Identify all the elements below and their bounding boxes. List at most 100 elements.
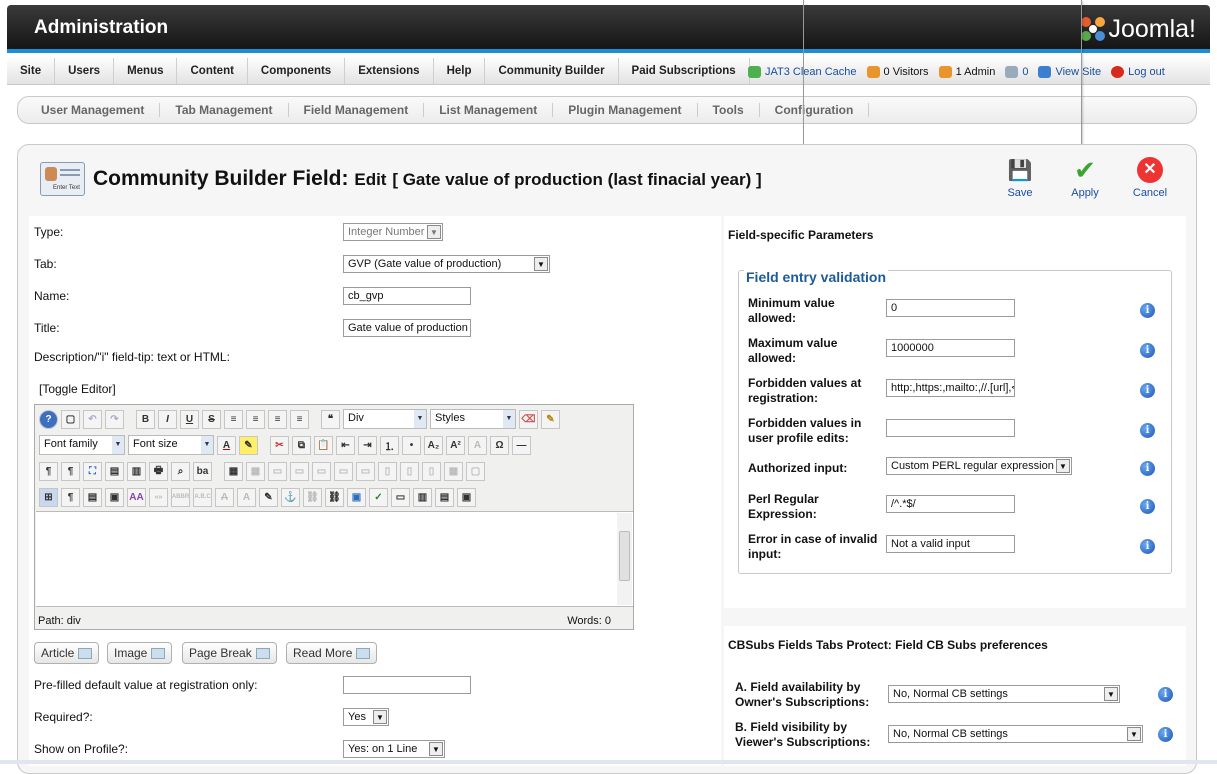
format-select[interactable]: Div ▼	[343, 409, 427, 429]
info-icon[interactable]: i	[1140, 303, 1155, 318]
name-input[interactable]: cb_gvp	[343, 287, 471, 305]
scrollbar-thumb[interactable]	[619, 531, 630, 581]
delete-row-icon[interactable]: ▭	[356, 461, 375, 481]
min-value-input[interactable]: 0	[886, 299, 1015, 317]
nonbreaking-icon[interactable]: ▭	[391, 487, 410, 507]
rtl-icon[interactable]: ¶	[61, 461, 80, 481]
submenu-tab-management[interactable]: Tab Management	[160, 103, 289, 117]
info-icon[interactable]: i	[1140, 539, 1155, 554]
template-icon[interactable]: ▥	[127, 461, 146, 481]
new-document-icon[interactable]: ▢	[61, 409, 80, 429]
pagebreak-icon[interactable]: ▥	[413, 487, 432, 507]
font-family-select[interactable]: Font family ▼	[39, 435, 125, 455]
article-button[interactable]: Article	[34, 642, 100, 664]
info-icon[interactable]: i	[1140, 423, 1155, 438]
ins-icon[interactable]: A	[237, 487, 256, 507]
align-left-icon[interactable]: ≡	[268, 409, 287, 429]
link-icon[interactable]: ⛓	[325, 487, 344, 507]
apply-button[interactable]: ✔ Apply	[1057, 155, 1113, 200]
show-profile-select[interactable]: Yes: on 1 Line ▼	[343, 740, 445, 758]
required-select[interactable]: Yes ▼	[343, 708, 389, 726]
page-break-button[interactable]: Page Break	[182, 642, 277, 664]
help-icon[interactable]: ?	[39, 409, 58, 429]
info-icon[interactable]: i	[1158, 687, 1173, 702]
forbidden-registration-input[interactable]: http:,https:,mailto:,//.[url],<a	[886, 379, 1015, 397]
authorized-input-select[interactable]: Custom PERL regular expression ▼	[886, 457, 1072, 475]
menu-users[interactable]: Users	[55, 57, 115, 85]
tab-select[interactable]: GVP (Gate value of production) ▼	[343, 255, 550, 273]
horizontal-rule-icon[interactable]: —	[512, 435, 531, 455]
underline-icon[interactable]: U	[180, 409, 199, 429]
anchor-icon[interactable]: ⚓	[281, 487, 300, 507]
bold-icon[interactable]: B	[136, 409, 155, 429]
submenu-list-management[interactable]: List Management	[424, 103, 554, 117]
unlink-icon[interactable]: ⛓	[303, 487, 322, 507]
logout-link[interactable]: Log out	[1111, 65, 1165, 78]
col-before-icon[interactable]: ▯	[378, 461, 397, 481]
save-button[interactable]: 💾 Save	[992, 156, 1048, 200]
table-icon[interactable]: ▦	[224, 461, 243, 481]
visibility-select[interactable]: No, Normal CB settings ▼	[888, 725, 1143, 743]
replace-icon[interactable]: ba	[193, 461, 212, 481]
submenu-user-management[interactable]: User Management	[26, 103, 161, 117]
document-props-icon[interactable]: ▤	[435, 487, 454, 507]
read-more-button[interactable]: Read More	[286, 642, 378, 664]
highlight-color-icon[interactable]: ✎	[239, 435, 258, 455]
blockquote-icon[interactable]: ❝	[321, 409, 340, 429]
styles-select[interactable]: Styles ▼	[430, 409, 516, 429]
editor-scrollbar[interactable]	[617, 513, 632, 605]
perl-regex-input[interactable]: /^.*$/	[886, 495, 1015, 513]
del-icon[interactable]: A	[215, 487, 234, 507]
special-char-icon[interactable]: Ω	[490, 435, 509, 455]
submenu-field-management[interactable]: Field Management	[289, 103, 425, 117]
menu-extensions[interactable]: Extensions	[345, 57, 434, 85]
align-right-icon[interactable]: ≡	[290, 409, 309, 429]
prefilled-input[interactable]	[343, 676, 471, 694]
cleanup-broom-icon[interactable]: ✎	[541, 409, 560, 429]
move-layer-icon[interactable]: ▣	[105, 487, 124, 507]
show-blocks-icon[interactable]: ¶	[61, 487, 80, 507]
style-icon[interactable]: AA	[127, 487, 146, 507]
undo-icon[interactable]: ↶	[83, 409, 102, 429]
subscript-icon[interactable]: A₂	[424, 435, 443, 455]
toggle-editor-link[interactable]: [Toggle Editor]	[39, 382, 116, 396]
editor-content-area[interactable]	[36, 511, 633, 607]
insert-layer-icon[interactable]: ▤	[83, 487, 102, 507]
menu-components[interactable]: Components	[248, 57, 346, 85]
align-center-icon[interactable]: ≡	[246, 409, 265, 429]
print-icon[interactable]: 🖶	[149, 461, 168, 481]
joomla-logo[interactable]: Joomla!	[1078, 14, 1196, 44]
eraser-icon[interactable]: ⌫	[519, 409, 538, 429]
style-props-icon[interactable]: A	[468, 435, 487, 455]
strikethrough-icon[interactable]: S	[202, 409, 221, 429]
preview-icon[interactable]: ▤	[105, 461, 124, 481]
cut-icon[interactable]: ✂	[270, 435, 289, 455]
info-icon[interactable]: i	[1140, 343, 1155, 358]
menu-help[interactable]: Help	[434, 57, 486, 85]
col-after-icon[interactable]: ▯	[400, 461, 419, 481]
info-icon[interactable]: i	[1140, 383, 1155, 398]
outdent-icon[interactable]: ⇤	[336, 435, 355, 455]
info-icon[interactable]: i	[1140, 499, 1155, 514]
paste-icon[interactable]: 📋	[314, 435, 333, 455]
info-icon[interactable]: i	[1158, 727, 1173, 742]
title-input[interactable]: Gate value of production (	[343, 319, 471, 337]
menu-menus[interactable]: Menus	[114, 57, 178, 85]
cancel-button[interactable]: ✕ Cancel	[1122, 156, 1178, 199]
cell-props-icon[interactable]: ▭	[290, 461, 309, 481]
font-size-select[interactable]: Font size ▼	[128, 435, 214, 455]
merge-cells-icon[interactable]: ▢	[466, 461, 485, 481]
submenu-tools[interactable]: Tools	[698, 103, 760, 117]
max-value-input[interactable]: 1000000	[886, 339, 1015, 357]
cite-icon[interactable]: «»	[149, 487, 168, 507]
spellcheck-icon[interactable]: ✓	[369, 487, 388, 507]
info-icon[interactable]: i	[1140, 461, 1155, 476]
redo-icon[interactable]: ↷	[105, 409, 124, 429]
ltr-icon[interactable]: ¶	[39, 461, 58, 481]
menu-content[interactable]: Content	[177, 57, 248, 85]
menu-community-builder[interactable]: Community Builder	[485, 57, 619, 85]
delete-table-icon[interactable]: ▦	[246, 461, 265, 481]
text-color-icon[interactable]: A	[217, 435, 236, 455]
copy-icon[interactable]: ⧉	[292, 435, 311, 455]
menu-site[interactable]: Site	[7, 57, 56, 85]
